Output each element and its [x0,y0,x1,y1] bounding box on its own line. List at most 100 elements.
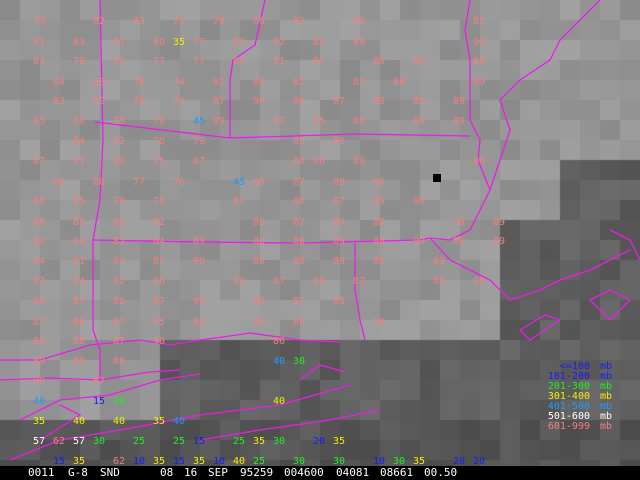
observation-value: 89 [492,236,506,247]
observation-value: 75 [152,156,166,167]
legend-row: 601-999 mb [524,422,634,432]
observation-value: 88 [252,296,266,307]
observation-value: 40 [32,396,46,407]
border-line [92,0,104,380]
observation-value: 89 [452,96,466,107]
observation-value: 35 [332,436,346,447]
observation-value: 88 [32,196,46,207]
observation-value: 89 [412,116,426,127]
observation-value: 81 [32,37,46,48]
observation-value: 87 [312,56,326,67]
observation-value: 30 [92,436,106,447]
observation-value: 87 [212,96,226,107]
info-field: 08 [160,466,174,479]
observation-value: 81 [72,256,86,267]
observation-value: 25 [172,436,186,447]
border-line [489,0,601,191]
observation-value: 89 [372,217,386,228]
observation-value: 87 [292,177,306,188]
observation-value: 89 [432,276,446,287]
observation-value: 85 [292,136,306,147]
info-field: SND [100,466,120,479]
observation-value: 87 [332,196,346,207]
observation-value: 83 [32,276,46,287]
observation-value: 88 [372,236,386,247]
observation-value: 89 [292,317,306,328]
observation-value: 89 [332,256,346,267]
observation-value: 85 [312,116,326,127]
observation-value: 89 [192,236,206,247]
observation-value: 25 [132,436,146,447]
observation-value: 90 [472,276,486,287]
observation-value: 74 [172,96,186,107]
observation-value: 57 [32,436,46,447]
observation-value: 88 [32,336,46,347]
observation-value: 90 [252,96,266,107]
observation-value: 89 [472,56,486,67]
observation-value: 84 [72,276,86,287]
observation-value: 89 [412,96,426,107]
info-field: 004600 [284,466,324,479]
observation-value: 90 [412,196,426,207]
observation-value: 82 [92,96,106,107]
observation-value: 83 [112,256,126,267]
observation-value: 90 [472,37,486,48]
observation-value: 87 [112,317,126,328]
observation-value: 82 [472,16,486,27]
observation-value: 86 [112,356,126,367]
observation-value: 88 [72,356,86,367]
observation-value: 81 [212,77,226,88]
observation-value: 83 [32,56,46,67]
observation-value: 83 [292,16,306,27]
border-line [299,364,346,381]
observation-value: 84 [72,236,86,247]
observation-value: 80 [92,177,106,188]
info-field: 95259 [240,466,274,479]
observation-value: 90 [252,177,266,188]
info-field: 0011 [28,466,55,479]
observation-value: 81 [72,156,86,167]
observation-value: 74 [172,77,186,88]
observation-value: 86 [32,296,46,307]
observation-value: 25 [232,436,246,447]
observation-value: 89 [212,116,226,127]
observation-value: 30 [112,396,126,407]
border-line [429,237,631,301]
observation-value: 85 [72,196,86,207]
observation-value: 82 [92,16,106,27]
observation-value: 83 [52,96,66,107]
observation-value: 77 [192,37,206,48]
observation-value: 88 [52,177,66,188]
observation-value: 81 [272,56,286,67]
observation-value: 89 [372,96,386,107]
observation-value: 90 [352,16,366,27]
observation-value: 84 [252,77,266,88]
observation-value: 87 [292,217,306,228]
observation-value: 76 [172,177,186,188]
observation-value: 89 [432,256,446,267]
observation-value: 89 [372,256,386,267]
observation-value: 89 [252,317,266,328]
observation-value: 86 [292,96,306,107]
observation-value: 88 [252,236,266,247]
observation-value: 85 [232,56,246,67]
observation-value: 89 [452,236,466,247]
observation-value: 86 [112,296,126,307]
observation-value: 30 [272,436,286,447]
observation-value: 40 [272,396,286,407]
observation-value: 40 [272,356,286,367]
observation-value: 86 [312,156,326,167]
observation-value: 75 [132,96,146,107]
observation-value: 89 [372,56,386,67]
observation-value: 35 [252,436,266,447]
observation-value: 20 [312,436,326,447]
observation-value: 86 [292,196,306,207]
observation-value: 89 [352,156,366,167]
observation-value: 83 [92,77,106,88]
info-field: SEP [208,466,228,479]
observation-value: 15 [92,396,106,407]
observation-value: 77 [152,56,166,67]
observation-value: 83 [72,37,86,48]
observation-value: 87 [332,96,346,107]
observation-value: 89 [452,116,466,127]
